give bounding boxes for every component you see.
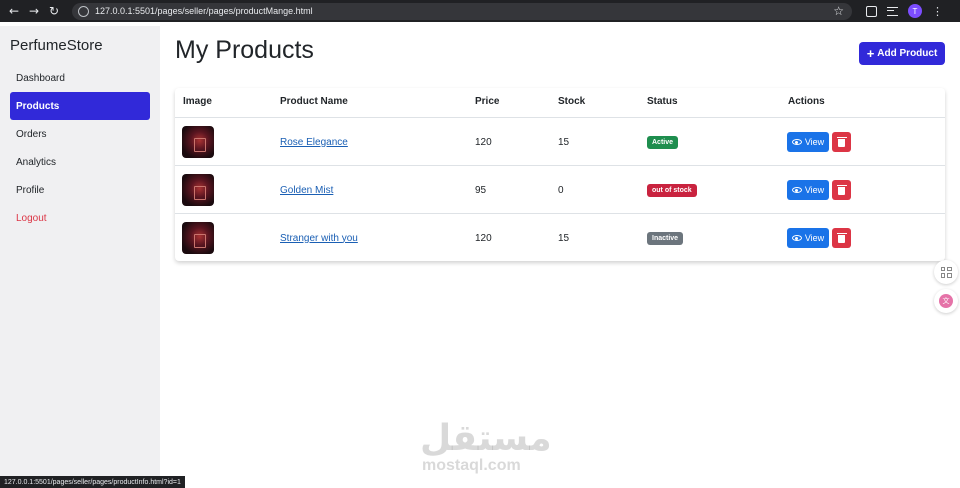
reading-list-icon[interactable] [887,6,898,16]
status-badge: Inactive [647,231,684,245]
trash-icon [836,232,847,243]
view-label: View [804,185,825,195]
extensions-icon[interactable] [866,5,877,17]
trash-icon [836,136,847,147]
product-stock: 15 [558,136,570,148]
reload-button[interactable]: ↻ [44,1,64,21]
grid-widget-button[interactable] [934,260,958,284]
forward-button[interactable]: → [24,1,44,21]
delete-button[interactable] [832,180,851,200]
back-button[interactable]: ← [4,1,24,21]
table-row: Stranger with you 120 15 Inactive View [175,213,945,261]
browser-toolbar: ← → ↻ 127.0.0.1:5501/pages/seller/pages/… [0,0,960,22]
product-price: 120 [475,232,492,244]
sidebar-item-analytics[interactable]: Analytics [10,148,150,176]
products-table: Image Product Name Price Stock Status Ac… [175,88,945,261]
add-product-button[interactable]: + Add Product [859,42,945,65]
product-price: 120 [475,136,492,148]
sidebar-item-orders[interactable]: Orders [10,120,150,148]
address-bar[interactable]: 127.0.0.1:5501/pages/seller/pages/produc… [72,2,852,20]
reload-icon: ↻ [48,4,60,18]
product-name-link[interactable]: Golden Mist [280,185,333,196]
watermark-latin: mostaql.com [422,457,521,474]
table-row: Rose Elegance 120 15 Active View [175,117,945,165]
link-preview-status: 127.0.0.1:5501/pages/seller/pages/produc… [0,476,185,488]
status-badge: out of stock [647,183,697,197]
bookmark-star-icon[interactable]: ☆ [833,4,844,18]
column-header-image: Image [183,96,212,107]
view-label: View [804,233,825,243]
sidebar-item-profile[interactable]: Profile [10,176,150,204]
arrow-right-icon: → [28,4,40,18]
column-header-stock: Stock [558,96,586,107]
site-info-icon[interactable] [78,5,89,17]
add-product-label: Add Product [877,48,938,59]
view-button[interactable]: View [787,132,829,152]
product-price: 95 [475,184,487,196]
page-title: My Products [175,36,314,64]
eye-icon [791,139,802,145]
column-header-product-name: Product Name [280,96,348,107]
arrow-left-icon: ← [8,4,20,18]
delete-button[interactable] [832,228,851,248]
sidebar: PerfumeStore Dashboard Products Orders A… [0,26,160,488]
product-name-link[interactable]: Rose Elegance [280,137,348,148]
eye-icon [791,187,802,193]
trash-icon [836,184,847,195]
view-label: View [804,137,825,147]
eye-icon [791,235,802,241]
column-header-price: Price [475,96,500,107]
translate-widget-button[interactable]: 文 [934,289,958,313]
view-button[interactable]: View [787,180,829,200]
grid-icon [940,266,952,278]
product-stock: 0 [558,184,564,196]
delete-button[interactable] [832,132,851,152]
product-name-link[interactable]: Stranger with you [280,233,358,244]
sidebar-item-logout[interactable]: Logout [10,204,150,232]
sidebar-item-products[interactable]: Products [10,92,150,120]
profile-avatar[interactable]: T [908,4,922,18]
watermark-arabic: مستقل [420,418,552,459]
product-thumbnail [182,174,214,206]
translate-icon: 文 [939,294,953,308]
status-badge: Active [647,135,679,149]
plus-icon: + [866,46,875,61]
column-header-status: Status [647,96,678,107]
table-row: Golden Mist 95 0 out of stock View [175,165,945,213]
column-header-actions: Actions [788,96,825,107]
view-button[interactable]: View [787,228,829,248]
brand-title: PerfumeStore [10,37,103,54]
product-thumbnail [182,222,214,254]
product-stock: 15 [558,232,570,244]
url-text: 127.0.0.1:5501/pages/seller/pages/produc… [95,6,313,16]
sidebar-item-dashboard[interactable]: Dashboard [10,64,150,92]
product-thumbnail [182,126,214,158]
kebab-menu-icon[interactable]: ⋮ [932,5,943,18]
